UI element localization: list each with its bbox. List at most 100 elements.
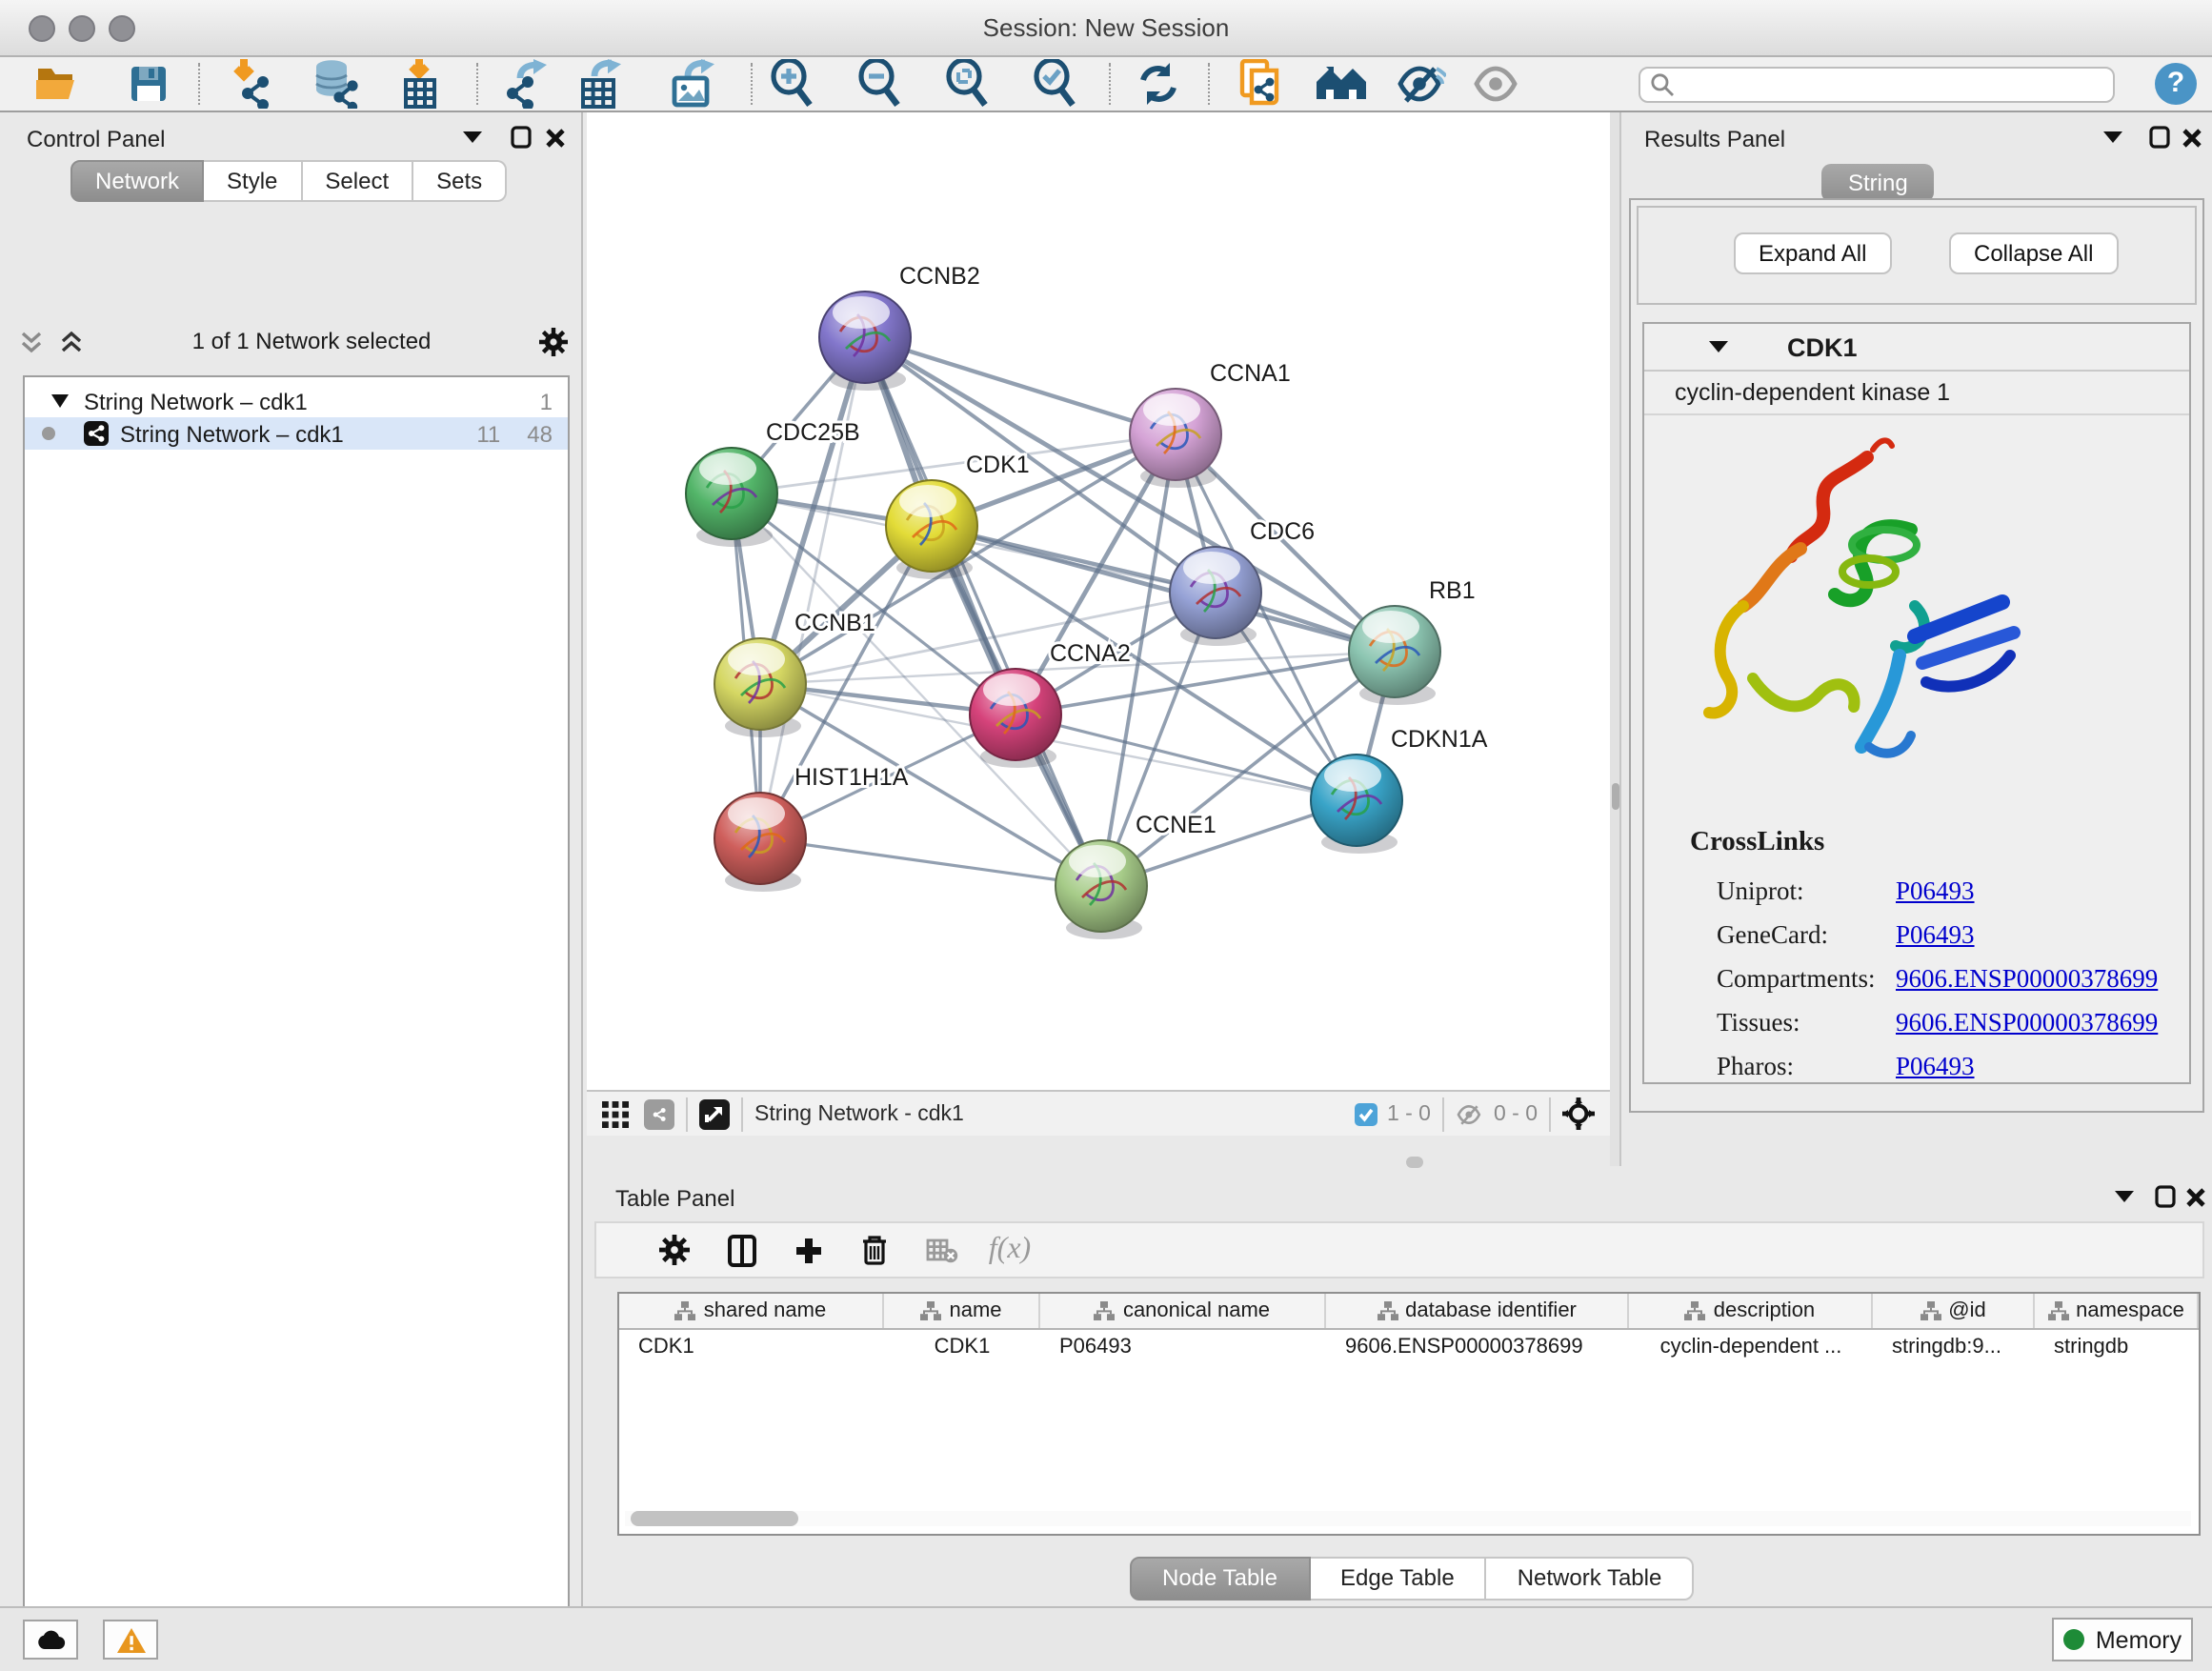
tab-sets[interactable]: Sets bbox=[413, 160, 507, 202]
zoom-fit-icon[interactable] bbox=[941, 59, 995, 109]
column-header--id[interactable]: @id bbox=[1873, 1294, 2035, 1328]
tab-select[interactable]: Select bbox=[302, 160, 413, 202]
tab-node-table[interactable]: Node Table bbox=[1130, 1557, 1310, 1601]
tab-string[interactable]: String bbox=[1821, 164, 1935, 202]
delete-column-icon[interactable] bbox=[850, 1227, 899, 1273]
tab-style[interactable]: Style bbox=[204, 160, 302, 202]
vertical-splitter[interactable] bbox=[1610, 112, 1619, 1166]
column-header-description[interactable]: description bbox=[1629, 1294, 1873, 1328]
collapse-all-button[interactable]: Collapse All bbox=[1949, 232, 2118, 274]
status-bar: Memory bbox=[0, 1606, 2212, 1671]
table-panel-float-icon[interactable] bbox=[2155, 1185, 2176, 1208]
crosslink-link[interactable]: 9606.ENSP00000378699 bbox=[1896, 1007, 2158, 1037]
splitter-handle[interactable] bbox=[1611, 783, 1619, 810]
network-birdseye-icon[interactable] bbox=[644, 1098, 674, 1129]
column-header-database-identifier[interactable]: database identifier bbox=[1326, 1294, 1629, 1328]
table-cell[interactable]: CDK1 bbox=[619, 1330, 884, 1362]
network-row[interactable]: String Network – cdk1 11 48 bbox=[25, 417, 568, 450]
network-collection-row[interactable]: String Network – cdk1 1 bbox=[25, 385, 568, 417]
refresh-icon[interactable] bbox=[1132, 59, 1185, 109]
expand-all-networks-icon[interactable] bbox=[59, 329, 84, 353]
import-network-from-database-icon[interactable] bbox=[309, 59, 362, 109]
table-cell[interactable]: stringdb bbox=[2035, 1330, 2199, 1362]
network-edge[interactable] bbox=[932, 526, 1395, 652]
import-table-file-icon[interactable] bbox=[392, 59, 446, 109]
results-panel-menu-icon[interactable] bbox=[2103, 130, 2122, 145]
network-node-ccnb2[interactable]: CCNB2 bbox=[819, 263, 980, 391]
results-panel-close-icon[interactable] bbox=[2182, 126, 2202, 149]
crosslink-link[interactable]: P06493 bbox=[1896, 876, 1975, 906]
network-edge[interactable] bbox=[760, 838, 1101, 886]
detach-view-icon[interactable] bbox=[699, 1098, 730, 1129]
show-columns-icon[interactable] bbox=[716, 1227, 766, 1273]
column-header-name[interactable]: name bbox=[884, 1294, 1040, 1328]
expand-all-button[interactable]: Expand All bbox=[1734, 232, 1891, 274]
column-header-canonical-name[interactable]: canonical name bbox=[1040, 1294, 1326, 1328]
pan-crosshair-icon[interactable] bbox=[1562, 1097, 1595, 1130]
network-graph[interactable]: CCNB2CCNA1CDC25BCDK1CDC6RB1CCNB1CCNA2CDK… bbox=[587, 112, 1610, 1090]
table-horizontal-scrollbar[interactable] bbox=[625, 1511, 2191, 1526]
save-session-icon[interactable] bbox=[122, 59, 175, 109]
network-node-rb1[interactable]: RB1 bbox=[1349, 577, 1476, 705]
zoom-selected-icon[interactable] bbox=[1029, 59, 1082, 109]
table-settings-gear-icon[interactable] bbox=[650, 1227, 699, 1273]
crosslink-label: Compartments: bbox=[1717, 963, 1896, 994]
network-node-hist1h1a[interactable]: HIST1H1A bbox=[714, 764, 909, 892]
scrollbar-thumb[interactable] bbox=[631, 1511, 798, 1526]
table-cell[interactable]: P06493 bbox=[1040, 1330, 1326, 1362]
help-button[interactable]: ? bbox=[2155, 63, 2197, 105]
export-image-icon[interactable] bbox=[667, 59, 720, 109]
cloud-button[interactable] bbox=[23, 1620, 78, 1660]
zoom-out-icon[interactable] bbox=[854, 59, 907, 109]
open-file-icon[interactable] bbox=[30, 59, 84, 109]
network-node-cdkn1a[interactable]: CDKN1A bbox=[1311, 726, 1488, 854]
crosslink-link[interactable]: P06493 bbox=[1896, 919, 1975, 950]
export-network-icon[interactable] bbox=[499, 59, 553, 109]
hide-selected-icon[interactable] bbox=[1395, 59, 1448, 109]
network-edge[interactable] bbox=[760, 593, 1216, 684]
network-node-cdc6[interactable]: CDC6 bbox=[1170, 518, 1315, 646]
control-panel-close-icon[interactable] bbox=[545, 126, 566, 149]
table-panel-menu-icon[interactable] bbox=[2115, 1189, 2134, 1204]
results-panel-float-icon[interactable] bbox=[2149, 126, 2170, 149]
crosslink-link[interactable]: 9606.ENSP00000378699 bbox=[1896, 963, 2158, 994]
table-cell[interactable]: 9606.ENSP00000378699 bbox=[1326, 1330, 1629, 1362]
tab-edge-table[interactable]: Edge Table bbox=[1310, 1557, 1487, 1601]
network-options-gear-icon[interactable] bbox=[539, 327, 568, 355]
selected-counts: 1 - 0 bbox=[1387, 1102, 1431, 1125]
grid-view-icon[interactable] bbox=[602, 1100, 629, 1127]
add-column-icon[interactable] bbox=[783, 1227, 833, 1273]
clone-network-icon[interactable] bbox=[1235, 59, 1288, 109]
column-header-namespace[interactable]: namespace bbox=[2035, 1294, 2199, 1328]
column-header-shared-name[interactable]: shared name bbox=[619, 1294, 884, 1328]
table-panel-close-icon[interactable] bbox=[2185, 1185, 2206, 1208]
import-network-file-icon[interactable] bbox=[225, 59, 278, 109]
search-box[interactable] bbox=[1639, 67, 2115, 103]
collapse-all-networks-icon[interactable] bbox=[19, 329, 44, 353]
table-cell[interactable]: CDK1 bbox=[884, 1330, 1040, 1362]
memory-button[interactable]: Memory bbox=[2052, 1618, 2193, 1661]
network-edge[interactable] bbox=[865, 337, 1176, 434]
horizontal-splitter-handle[interactable] bbox=[1406, 1157, 1423, 1168]
table-panel-title: Table Panel bbox=[615, 1185, 734, 1212]
network-canvas[interactable]: CCNB2CCNA1CDC25BCDK1CDC6RB1CCNB1CCNA2CDK… bbox=[587, 112, 1610, 1090]
table-row[interactable]: CDK1CDK1P064939606.ENSP00000378699cyclin… bbox=[619, 1330, 2199, 1362]
control-panel-menu-icon[interactable] bbox=[463, 130, 482, 145]
protein-header-row[interactable]: CDK1 bbox=[1644, 324, 2189, 372]
tab-network[interactable]: Network bbox=[70, 160, 204, 202]
crosslink-link[interactable]: P06493 bbox=[1896, 1051, 1975, 1081]
show-all-icon[interactable] bbox=[1471, 59, 1524, 109]
collection-expand-icon[interactable] bbox=[51, 394, 69, 408]
network-node-ccne1[interactable]: CCNE1 bbox=[1056, 812, 1217, 939]
warnings-button[interactable] bbox=[103, 1620, 158, 1660]
control-panel-float-icon[interactable] bbox=[511, 126, 532, 149]
protein-expand-icon[interactable] bbox=[1709, 339, 1728, 354]
search-input[interactable] bbox=[1675, 71, 2113, 98]
table-cell[interactable]: cyclin-dependent ... bbox=[1629, 1330, 1873, 1362]
selected-checkbox[interactable] bbox=[1355, 1102, 1377, 1125]
table-cell[interactable]: stringdb:9... bbox=[1873, 1330, 2035, 1362]
zoom-in-icon[interactable] bbox=[766, 59, 819, 109]
export-table-icon[interactable] bbox=[575, 59, 629, 109]
tab-network-table[interactable]: Network Table bbox=[1487, 1557, 1695, 1601]
first-neighbors-icon[interactable] bbox=[1315, 59, 1368, 109]
